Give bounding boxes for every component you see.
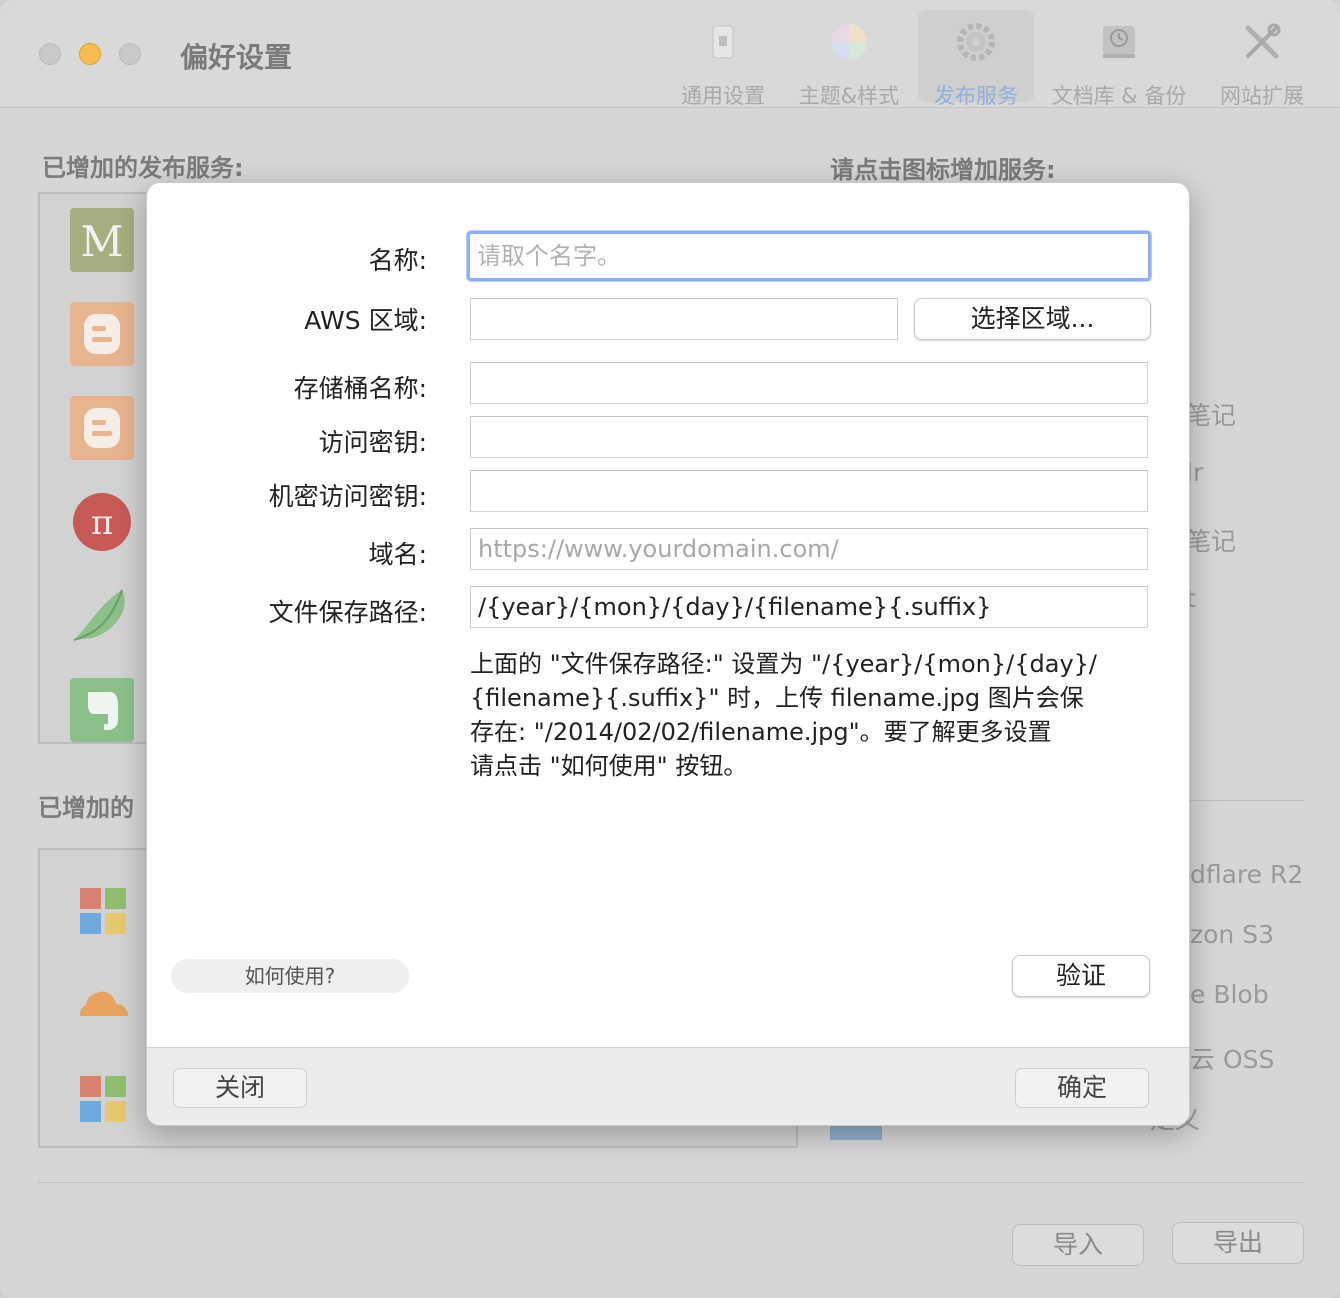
help-text-line: 存在: "/2014/02/02/filename.jpg"。要了解更多设置	[470, 718, 1052, 746]
region-input[interactable]	[470, 298, 898, 340]
titlebar: 偏好设置 通用设置 主题&样式 发布服务 文档库 & 备份 网站扩展	[0, 0, 1340, 108]
time-machine-icon	[1103, 26, 1135, 58]
zoom-window-button[interactable]	[119, 43, 141, 65]
storage-label-fragment: dflare R2	[1190, 860, 1304, 889]
blogger-icon[interactable]	[70, 302, 134, 366]
divider	[1190, 800, 1304, 801]
tab-extensions-label: 网站扩展	[1220, 84, 1304, 108]
name-input[interactable]	[467, 231, 1151, 281]
bucket-label: 存储桶名称:	[293, 374, 427, 403]
help-text: 上面的 "文件保存路径:" 设置为 "/{year}/{mon}/{day}/ …	[470, 647, 1110, 783]
tab-library[interactable]: 文档库 & 备份	[1046, 10, 1192, 108]
added-services-list[interactable]: M π	[38, 192, 158, 744]
close-window-button[interactable]	[39, 43, 61, 65]
tab-theme[interactable]: 主题&样式	[794, 10, 904, 108]
verify-button[interactable]: 验证	[1012, 955, 1150, 997]
help-text-line: 请点击 "如何使用" 按钮。	[470, 752, 748, 780]
service-thumb	[830, 1126, 882, 1140]
svg-text:M: M	[80, 217, 123, 266]
tab-extensions[interactable]: 网站扩展	[1212, 10, 1312, 108]
evernote-icon[interactable]	[70, 678, 134, 742]
export-button[interactable]: 导出	[1172, 1222, 1304, 1264]
access-key-input[interactable]	[470, 416, 1148, 458]
select-region-button[interactable]: 选择区域...	[914, 298, 1151, 340]
pi-icon[interactable]: π	[70, 490, 134, 554]
divider	[38, 1182, 1304, 1183]
bird-icon[interactable]	[70, 584, 134, 648]
region-label: AWS 区域:	[304, 306, 427, 335]
name-label: 名称:	[368, 246, 427, 275]
tab-general-label: 通用设置	[681, 84, 765, 108]
storage-label-fragment: 云 OSS	[1190, 1045, 1275, 1074]
cloudflare-icon[interactable]	[76, 982, 132, 1022]
added-publish-label: 已增加的发布服务:	[42, 154, 244, 182]
windows-icon[interactable]	[80, 1076, 126, 1122]
storage-label-fragment: zon S3	[1190, 920, 1274, 949]
tab-general[interactable]: 通用设置	[676, 10, 770, 108]
tab-library-label: 文档库 & 备份	[1051, 84, 1187, 108]
close-button[interactable]: 关闭	[173, 1068, 307, 1108]
blogger-icon[interactable]	[70, 396, 134, 460]
phone-icon	[712, 25, 734, 59]
help-text-line: 上面的 "文件保存路径:" 设置为 "/{year}/{mon}/{day}/	[470, 650, 1098, 678]
access-key-label: 访问密钥:	[318, 428, 427, 457]
service-label-fragment: 笔记	[1186, 401, 1237, 430]
import-button[interactable]: 导入	[1012, 1224, 1144, 1266]
added-storage-label: 已增加的	[38, 794, 134, 822]
path-label: 文件保存路径:	[268, 598, 427, 627]
help-text-line: {filename}{.suffix}" 时，上传 filename.jpg 图…	[470, 684, 1084, 712]
tab-theme-label: 主题&样式	[798, 84, 900, 108]
tab-publish[interactable]: 发布服务	[918, 10, 1034, 108]
ok-button[interactable]: 确定	[1015, 1068, 1149, 1108]
storage-label-fragment: e Blob	[1190, 980, 1269, 1009]
color-wheel-icon	[831, 24, 867, 60]
secret-key-input[interactable]	[470, 470, 1148, 512]
domain-label: 域名:	[368, 540, 427, 569]
gear-icon	[957, 23, 995, 61]
svg-text:π: π	[91, 503, 113, 543]
minimize-window-button[interactable]	[79, 43, 101, 65]
medium-icon[interactable]: M	[70, 208, 134, 272]
tools-icon	[1245, 23, 1281, 59]
windows-icon[interactable]	[80, 888, 126, 934]
window-title: 偏好设置	[180, 41, 293, 74]
path-input[interactable]	[470, 586, 1148, 628]
bucket-input[interactable]	[470, 362, 1148, 404]
domain-input[interactable]	[470, 528, 1148, 570]
how-to-use-button[interactable]: 如何使用?	[171, 959, 409, 993]
service-config-dialog: 名称: AWS 区域: 选择区域... 存储桶名称: 访问密钥: 机密访问密钥:…	[146, 182, 1190, 1126]
dialog-footer: 关闭 确定	[147, 1047, 1189, 1125]
add-service-hint: 请点击图标增加服务:	[830, 156, 1056, 184]
secret-key-label: 机密访问密钥:	[268, 482, 427, 511]
tab-publish-label: 发布服务	[934, 84, 1018, 108]
service-label-fragment: 笔记	[1186, 527, 1237, 556]
